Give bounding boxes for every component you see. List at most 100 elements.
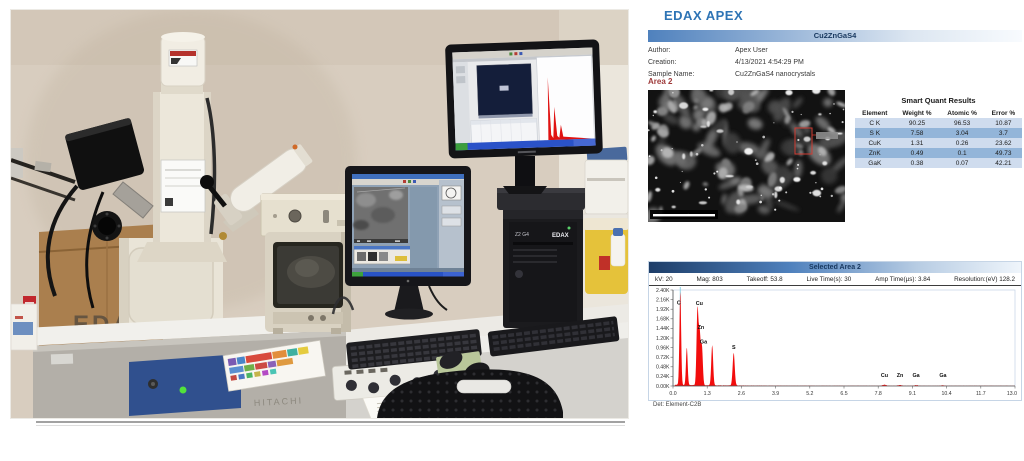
svg-text:2.40K: 2.40K	[656, 288, 670, 294]
svg-text:0.0: 0.0	[669, 391, 676, 397]
quant-cell: 0.26	[939, 138, 984, 148]
peak-label-Ga: Ga	[700, 340, 708, 346]
tower-brand-label: EDAX	[552, 233, 569, 239]
quant-row: C K90.2596.5310.87	[855, 118, 1022, 128]
meta-sample-value: Cu2ZnGaS4 nanocrystals	[735, 71, 815, 78]
svg-text:0.24K: 0.24K	[656, 374, 670, 380]
quant-row: CuK1.310.2623.62	[855, 138, 1022, 148]
meta-creation-label: Creation:	[648, 57, 735, 69]
quant-table: ElementWeight %Atomic %Error % C K90.259…	[855, 108, 1022, 168]
peak-label-Cu: Cu	[881, 373, 888, 379]
quant-cell: 0.07	[939, 158, 984, 168]
column-top-cap	[161, 32, 205, 86]
spectrum-param: Amp Time(µs): 3.84	[875, 276, 930, 283]
area-label: Area 2	[648, 77, 672, 86]
spectrum-section: Selected Area 2 kV: 20 Mag: 803 Takeoff: 5…	[648, 261, 1022, 401]
peak-label-Ga: Ga	[939, 373, 947, 379]
svg-text:11.7: 11.7	[976, 391, 986, 397]
lab-photo: EDAX	[10, 9, 629, 419]
quant-table-head-row: ElementWeight %Atomic %Error %	[855, 108, 1022, 118]
quant-cell: 42.21	[985, 158, 1022, 168]
svg-text:10.4: 10.4	[942, 391, 952, 397]
svg-text:0.48K: 0.48K	[656, 365, 670, 371]
spectrum-param: Live Time(s): 30	[806, 276, 851, 283]
spectrum-banner: Selected Area 2	[649, 262, 1021, 273]
svg-text:7.8: 7.8	[875, 391, 882, 397]
quant-cell: GaK	[855, 158, 895, 168]
sem-micrograph	[648, 90, 845, 222]
quant-cell: 1.31	[895, 138, 940, 148]
svg-text:1.92K: 1.92K	[656, 307, 670, 313]
quant-cell: 0.38	[895, 158, 940, 168]
svg-text:2.6: 2.6	[738, 391, 745, 397]
detector-label: Det: Element-C2B	[653, 402, 701, 408]
smart-quant-results: Smart Quant Results ElementWeight %Atomi…	[855, 96, 1022, 168]
quant-cell: 96.53	[939, 118, 984, 128]
quant-cell: 0.1	[939, 148, 984, 158]
svg-text:1.3: 1.3	[704, 391, 711, 397]
quant-cell: CuK	[855, 138, 895, 148]
tower-model-label: Z2 G4	[515, 232, 529, 238]
eds-spectrum-chart: 2.40K 2.16K 1.92K 1.68K 1.44K 1.20K 0.96K 0.72K…	[649, 286, 1021, 400]
svg-text:1.20K: 1.20K	[656, 336, 670, 342]
peak-label-Ga: Ga	[912, 373, 920, 379]
meta-author-value: Apex User	[735, 47, 768, 54]
edax-apex-report: EDAX APEX Cu2ZnGaS4 Author:Apex User Cre…	[645, 0, 1024, 461]
lab-photo-scene: EDAX	[11, 10, 628, 418]
workstation-tower: Z2 G4 EDAX	[503, 210, 583, 328]
svg-text:0.72K: 0.72K	[656, 355, 670, 361]
quant-row: ZnK0.490.149.73	[855, 148, 1022, 158]
meta-creation-value: 4/13/2021 4:54:29 PM	[735, 59, 804, 66]
quant-cell: C K	[855, 118, 895, 128]
quant-col-header: Atomic %	[939, 108, 984, 118]
quant-title: Smart Quant Results	[855, 96, 1022, 105]
peak-label-Cu: Cu	[696, 301, 703, 307]
meta-row-creation: Creation:4/13/2021 4:54:29 PM	[648, 57, 815, 69]
quant-col-header: Error %	[985, 108, 1022, 118]
photo-divider-line	[36, 421, 625, 426]
quant-row: GaK0.380.0742.21	[855, 158, 1022, 168]
svg-text:6.5: 6.5	[840, 391, 847, 397]
quant-cell: 7.58	[895, 128, 940, 138]
desk-papers-left	[11, 304, 37, 350]
spectrum-param: Takeoff: 53.8	[747, 276, 783, 283]
peak-label-Zn: Zn	[698, 325, 705, 331]
quant-col-header: Weight %	[895, 108, 940, 118]
meta-row-sample: Sample Name:Cu2ZnGaS4 nanocrystals	[648, 69, 815, 81]
spectrum-param: Resolution:(eV) 128.2	[954, 276, 1015, 283]
apex-spectrum-panel	[537, 56, 595, 143]
monitor-stand	[515, 156, 535, 186]
power-led	[180, 387, 187, 394]
quant-cell: 3.04	[939, 128, 984, 138]
svg-text:9.1: 9.1	[909, 391, 916, 397]
svg-text:1.68K: 1.68K	[656, 317, 670, 323]
svg-text:0.96K: 0.96K	[656, 345, 670, 351]
quant-cell: ZnK	[855, 148, 895, 158]
quant-col-header: Element	[855, 108, 895, 118]
apex-monitor	[445, 39, 603, 158]
report-title: EDAX APEX	[664, 8, 743, 23]
meta-author-label: Author:	[648, 45, 735, 57]
peak-label-Zn: Zn	[897, 373, 904, 379]
spectrum-param: kV: 20	[655, 276, 673, 283]
spectrum-param: Mag: 803	[697, 276, 723, 283]
electronics-box	[261, 194, 355, 236]
meta-row-author: Author:Apex User	[648, 45, 815, 57]
quant-cell: 3.7	[985, 128, 1022, 138]
svg-text:3.9: 3.9	[772, 391, 779, 397]
quant-cell: 0.49	[895, 148, 940, 158]
adjustment-knob	[200, 175, 214, 189]
svg-text:2.16K: 2.16K	[656, 297, 670, 303]
quant-cell: 90.25	[895, 118, 940, 128]
svg-text:1.44K: 1.44K	[656, 326, 670, 332]
quant-cell: 49.73	[985, 148, 1022, 158]
peak-label-C: C	[677, 300, 681, 306]
quant-row: S K7.583.043.7	[855, 128, 1022, 138]
report-meta: Author:Apex User Creation:4/13/2021 4:54…	[648, 45, 815, 81]
quant-table-body: C K90.2596.5310.87S K7.583.043.7CuK1.310…	[855, 118, 1022, 168]
quant-cell: 10.87	[985, 118, 1022, 128]
quant-cell: 23.62	[985, 138, 1022, 148]
quant-cell: S K	[855, 128, 895, 138]
sample-banner: Cu2ZnGaS4	[648, 30, 1022, 42]
peak-label-S: S	[732, 345, 736, 351]
